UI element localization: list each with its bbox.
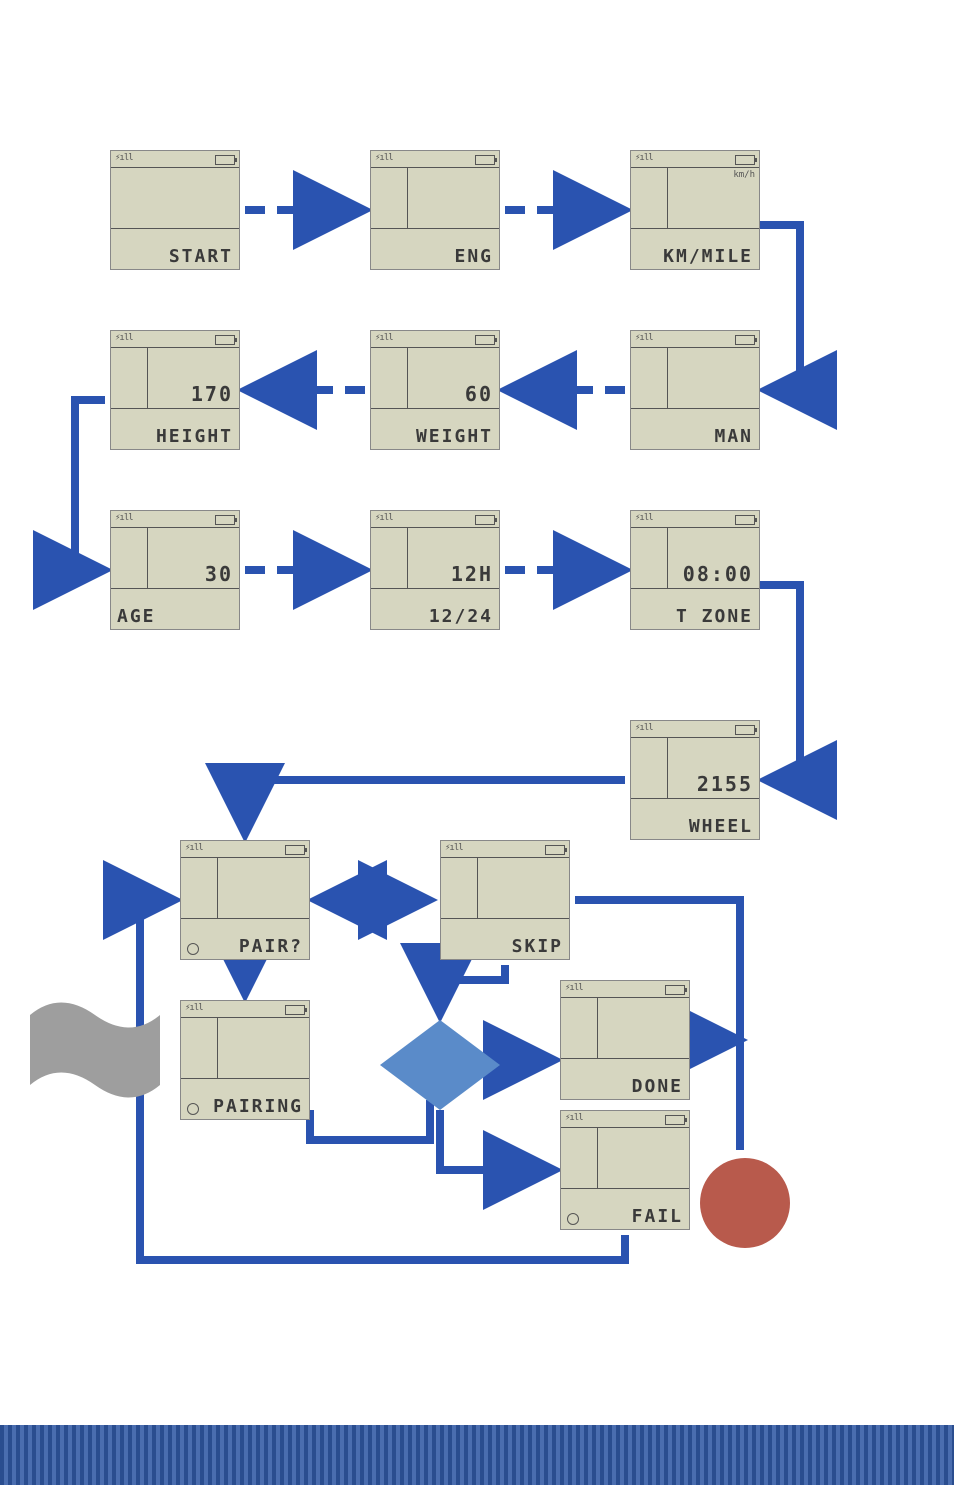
- screen-done: ⚡ıll DONE: [560, 980, 690, 1100]
- screen-wheel: ⚡ıll 2155 WHEEL: [630, 720, 760, 840]
- screen-label: START: [169, 246, 233, 267]
- screen-label: WHEEL: [689, 816, 753, 837]
- screen-weight: ⚡ıll 60 WEIGHT: [370, 330, 500, 450]
- terminator-circle: [700, 1158, 790, 1248]
- decision-diamond: [380, 1020, 500, 1110]
- screen-value: 30: [205, 562, 233, 586]
- battery-icon: [285, 1005, 305, 1015]
- pair-icon: [187, 1103, 199, 1115]
- signal-icon: ⚡ıll: [565, 1113, 583, 1123]
- screen-pair: ⚡ıll PAIR?: [180, 840, 310, 960]
- battery-icon: [545, 845, 565, 855]
- signal-icon: ⚡ıll: [445, 843, 463, 853]
- battery-icon: [285, 845, 305, 855]
- screen-label: T ZONE: [676, 606, 753, 627]
- pair-icon: [187, 943, 199, 955]
- screen-value: 08:00: [683, 562, 753, 586]
- screen-value: 12H: [451, 562, 493, 586]
- screen-label: 12/24: [429, 606, 493, 627]
- screen-tzone: ⚡ıll 08:00 T ZONE: [630, 510, 760, 630]
- footer-pattern: [0, 1425, 954, 1485]
- signal-icon: ⚡ıll: [375, 333, 393, 343]
- screen-label: FAIL: [632, 1206, 683, 1227]
- signal-icon: ⚡ıll: [635, 333, 653, 343]
- screen-label: ENG: [454, 246, 493, 267]
- screen-fail: ⚡ıll FAIL: [560, 1110, 690, 1230]
- signal-icon: ⚡ıll: [115, 333, 133, 343]
- signal-icon: ⚡ıll: [185, 1003, 203, 1013]
- screen-label: DONE: [632, 1076, 683, 1097]
- battery-icon: [475, 335, 495, 345]
- screen-start: ⚡ıll START: [110, 150, 240, 270]
- signal-icon: ⚡ıll: [185, 843, 203, 853]
- screen-label: PAIRING: [213, 1096, 303, 1117]
- screen-h12: ⚡ıll 12H 12/24: [370, 510, 500, 630]
- screen-label: SKIP: [512, 936, 563, 957]
- unit-label: km/h: [733, 170, 755, 180]
- signal-icon: ⚡ıll: [565, 983, 583, 993]
- signal-icon: ⚡ıll: [375, 153, 393, 163]
- screen-man: ⚡ıll MAN: [630, 330, 760, 450]
- battery-icon: [475, 515, 495, 525]
- screen-age: ⚡ıll 30 AGE: [110, 510, 240, 630]
- screen-label: WEIGHT: [416, 426, 493, 447]
- screen-value: 2155: [697, 772, 753, 796]
- signal-icon: ⚡ıll: [635, 153, 653, 163]
- signal-icon: ⚡ıll: [115, 153, 133, 163]
- signal-icon: ⚡ıll: [375, 513, 393, 523]
- screen-kmmile: ⚡ıll km/h KM/MILE: [630, 150, 760, 270]
- screen-label: AGE: [117, 606, 156, 627]
- screen-eng: ⚡ıll ENG: [370, 150, 500, 270]
- signal-icon: ⚡ıll: [115, 513, 133, 523]
- pair-icon: [567, 1213, 579, 1225]
- battery-icon: [475, 155, 495, 165]
- screen-label: PAIR?: [239, 936, 303, 957]
- screen-skip: ⚡ıll SKIP: [440, 840, 570, 960]
- battery-icon: [215, 155, 235, 165]
- battery-icon: [665, 1115, 685, 1125]
- screen-height: ⚡ıll 170 HEIGHT: [110, 330, 240, 450]
- battery-icon: [735, 155, 755, 165]
- signal-icon: ⚡ıll: [635, 513, 653, 523]
- battery-icon: [735, 335, 755, 345]
- signal-icon: ⚡ıll: [635, 723, 653, 733]
- battery-icon: [215, 515, 235, 525]
- battery-icon: [735, 515, 755, 525]
- screen-pairing: ⚡ıll PAIRING: [180, 1000, 310, 1120]
- document-shape: [30, 1000, 160, 1100]
- screen-label: HEIGHT: [156, 426, 233, 447]
- battery-icon: [215, 335, 235, 345]
- battery-icon: [665, 985, 685, 995]
- battery-icon: [735, 725, 755, 735]
- screen-label: KM/MILE: [663, 246, 753, 267]
- screen-label: MAN: [714, 426, 753, 447]
- screen-value: 170: [191, 382, 233, 406]
- screen-value: 60: [465, 382, 493, 406]
